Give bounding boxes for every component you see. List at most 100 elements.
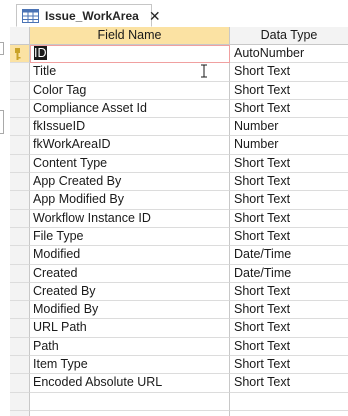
table-row[interactable]: Title Short Text [10,63,348,82]
field-name-cell[interactable]: fkWorkAreaID [30,136,230,155]
data-type-cell[interactable]: Short Text [230,63,348,82]
table-row[interactable]: Encoded Absolute URL Short Text [10,374,348,393]
field-name-cell[interactable]: Content Type [30,154,230,174]
field-name-cell[interactable]: Created By [30,282,230,302]
data-type-cell[interactable]: Date/Time [230,246,348,265]
field-name-cell[interactable]: Color Tag [30,81,230,100]
data-type-cell[interactable]: Date/Time [230,265,348,283]
data-type-cell[interactable]: Short Text [230,100,348,119]
grid-rows: ID AutoNumber Title Short Text Color Tag Shor… [10,45,348,416]
table-row[interactable]: URL Path Short Text [10,319,348,338]
table-row[interactable]: fkWorkAreaID Number [10,136,348,155]
data-type-cell[interactable] [230,411,348,416]
data-type-cell[interactable]: Short Text [230,210,348,228]
data-type-cell[interactable]: Number [230,136,348,155]
field-name-cell[interactable]: App Created By [30,173,230,192]
table-row[interactable]: Compliance Asset Id Short Text [10,99,348,119]
row-selector[interactable] [10,154,30,174]
row-selector[interactable] [10,173,30,192]
field-name-cell[interactable]: Path [30,337,230,357]
field-name-text: Path [33,338,59,353]
data-type-cell[interactable] [230,393,348,411]
field-name-cell[interactable]: App Modified By [30,191,230,210]
nav-pane-handle[interactable] [0,42,4,55]
field-name-cell[interactable]: File Type [30,227,230,247]
row-selector[interactable] [10,264,30,283]
table-row[interactable] [10,392,348,411]
table-row[interactable]: ID AutoNumber [10,45,348,64]
field-name-cell[interactable]: Modified By [30,301,230,320]
close-icon[interactable]: ✕ [149,9,161,23]
field-name-cell[interactable] [30,392,230,411]
field-name-text: App Modified By [33,192,125,207]
field-name-cell[interactable]: Workflow Instance ID [30,209,230,228]
row-selector[interactable] [10,301,30,320]
data-type-cell[interactable]: Short Text [230,319,348,338]
table-row[interactable]: App Modified By Short Text [10,191,348,210]
row-selector[interactable] [10,99,30,119]
navigation-pane-edge [0,0,10,416]
field-name-cell[interactable]: Item Type [30,356,230,375]
nav-pane-handle[interactable] [0,110,4,134]
document-tab[interactable]: Issue_WorkArea ✕ [16,4,161,27]
field-name-cell[interactable] [30,410,230,416]
row-selector[interactable] [10,319,30,338]
table-design-view: Issue_WorkArea ✕ Field Name Data Type ID… [0,0,348,416]
row-selector[interactable] [10,81,30,100]
row-selector[interactable] [10,374,30,393]
table-row[interactable]: Color Tag Short Text [10,81,348,100]
table-row[interactable]: Modified By Short Text [10,301,348,320]
table-icon [22,8,39,23]
row-selector[interactable] [10,337,30,357]
data-type-cell[interactable]: Short Text [230,374,348,393]
data-type-column-header[interactable]: Data Type [230,27,348,45]
row-selector[interactable] [10,392,30,411]
field-name-cell[interactable]: URL Path [30,319,230,338]
data-type-cell[interactable]: Short Text [230,283,348,302]
field-name-cell[interactable]: fkIssueID [30,118,230,137]
field-name-column-header[interactable]: Field Name [30,27,230,45]
row-selector[interactable] [10,45,30,64]
row-selector[interactable] [10,282,30,302]
document-tab-strip: Issue_WorkArea ✕ [10,0,348,28]
row-selector[interactable] [10,209,30,228]
row-selector[interactable] [10,63,30,82]
data-type-cell[interactable]: Short Text [230,82,348,100]
field-name-cell[interactable]: ID [30,45,230,64]
row-selector[interactable] [10,356,30,375]
header-row-selector[interactable] [10,27,30,45]
table-row[interactable]: Path Short Text [10,337,348,357]
row-selector[interactable] [10,246,30,265]
row-selector[interactable] [10,191,30,210]
row-selector[interactable] [10,136,30,155]
field-name-cell[interactable]: Compliance Asset Id [30,99,230,119]
table-row[interactable]: Content Type Short Text [10,154,348,174]
table-row[interactable]: Created By Short Text [10,282,348,302]
field-name-text: App Created By [33,174,122,189]
table-row[interactable]: Modified Date/Time [10,246,348,265]
field-name-cell[interactable]: Encoded Absolute URL [30,374,230,393]
data-type-cell[interactable]: AutoNumber [230,45,348,64]
row-selector[interactable] [10,227,30,247]
table-row[interactable]: File Type Short Text [10,227,348,247]
row-selector[interactable] [10,118,30,137]
tab-title: Issue_WorkArea [45,8,139,23]
table-row[interactable]: Item Type Short Text [10,356,348,375]
row-selector[interactable] [10,410,30,416]
data-type-cell[interactable]: Short Text [230,301,348,320]
table-row[interactable]: App Created By Short Text [10,173,348,192]
table-row[interactable] [10,410,348,416]
table-row[interactable]: Workflow Instance ID Short Text [10,209,348,228]
data-type-cell[interactable]: Number [230,118,348,137]
data-type-cell[interactable]: Short Text [230,338,348,357]
table-row[interactable]: fkIssueID Number [10,118,348,137]
field-name-cell[interactable]: Modified [30,246,230,265]
field-name-cell[interactable]: Created [30,264,230,283]
data-type-cell[interactable]: Short Text [230,356,348,375]
data-type-cell[interactable]: Short Text [230,228,348,247]
field-name-text: fkWorkAreaID [33,137,111,152]
data-type-cell[interactable]: Short Text [230,173,348,192]
table-row[interactable]: Created Date/Time [10,264,348,283]
data-type-cell[interactable]: Short Text [230,155,348,174]
data-type-cell[interactable]: Short Text [230,191,348,210]
